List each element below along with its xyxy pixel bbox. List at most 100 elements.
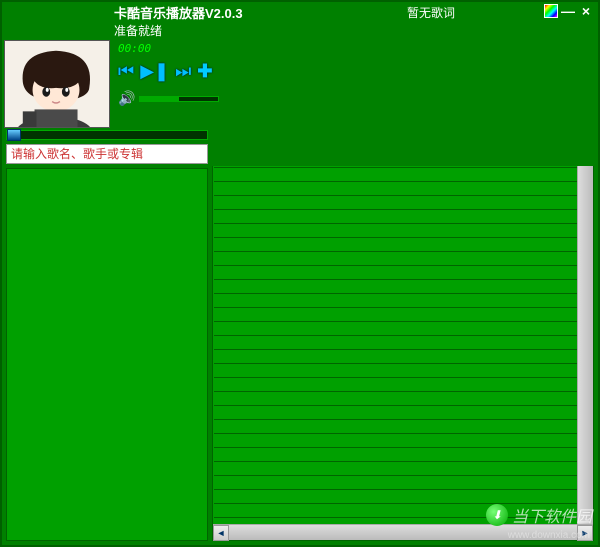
table-cell — [335, 238, 456, 252]
table-row[interactable] — [214, 434, 593, 448]
table-cell — [456, 280, 592, 294]
table-cell — [335, 308, 456, 322]
search-input[interactable] — [6, 144, 208, 164]
volume-icon[interactable]: 🔊 — [118, 90, 135, 107]
player-controls: 00:00 ⏮ ▶❚ ⏭ ✚ 🔊 — [112, 38, 598, 130]
table-cell — [456, 490, 592, 504]
avatar-image — [5, 41, 109, 127]
progress-bar[interactable] — [6, 130, 208, 140]
table-cell — [214, 336, 335, 350]
table-cell — [456, 308, 592, 322]
table-row[interactable] — [214, 420, 593, 434]
table-row[interactable] — [214, 182, 593, 196]
vscroll-thumb[interactable] — [578, 166, 593, 524]
table-cell — [456, 350, 592, 364]
table-row[interactable] — [214, 238, 593, 252]
table-cell — [214, 308, 335, 322]
table-row[interactable] — [214, 476, 593, 490]
next-button[interactable]: ⏭ — [175, 61, 191, 82]
table-row[interactable] — [214, 378, 593, 392]
table-cell — [456, 252, 592, 266]
table-cell — [214, 294, 335, 308]
table-row[interactable] — [214, 280, 593, 294]
table-cell — [335, 252, 456, 266]
progress-knob[interactable] — [7, 129, 21, 141]
status-text: 准备就绪 — [2, 22, 598, 38]
table-row[interactable] — [214, 462, 593, 476]
table-cell — [214, 476, 335, 490]
table-cell — [456, 238, 592, 252]
table-row[interactable] — [214, 308, 593, 322]
table-cell — [335, 518, 456, 525]
table-row[interactable] — [214, 448, 593, 462]
table-wrap: 歌曲名称： 歌手： 专辑： — [213, 166, 593, 524]
table-cell — [335, 434, 456, 448]
table-row[interactable] — [214, 518, 593, 525]
table-cell — [456, 392, 592, 406]
search-box — [6, 144, 594, 164]
lyric-status: 暂无歌词 — [407, 4, 455, 21]
table-row[interactable] — [214, 364, 593, 378]
table-row[interactable] — [214, 336, 593, 350]
minimize-button[interactable]: — — [560, 4, 576, 18]
table-row[interactable] — [214, 406, 593, 420]
table-cell — [456, 224, 592, 238]
table-cell — [456, 196, 592, 210]
table-cell — [456, 504, 592, 518]
table-cell — [214, 434, 335, 448]
table-row[interactable] — [214, 252, 593, 266]
prev-button[interactable]: ⏮ — [118, 61, 134, 82]
hscroll-left-button[interactable]: ◄ — [213, 525, 229, 541]
table-cell — [335, 322, 456, 336]
vertical-scrollbar[interactable] — [577, 166, 593, 524]
table-cell — [456, 448, 592, 462]
table-cell — [335, 224, 456, 238]
time-display: 00:00 — [118, 42, 594, 55]
table-cell — [214, 462, 335, 476]
table-row[interactable] — [214, 294, 593, 308]
table-row[interactable] — [214, 266, 593, 280]
table-cell — [214, 182, 335, 196]
table-cell — [456, 434, 592, 448]
table-cell — [456, 210, 592, 224]
table-cell — [335, 350, 456, 364]
table-cell — [214, 266, 335, 280]
album-art — [4, 40, 110, 128]
table-cell — [214, 224, 335, 238]
table-cell — [456, 406, 592, 420]
table-row[interactable] — [214, 210, 593, 224]
table-cell — [335, 168, 456, 182]
table-row[interactable] — [214, 392, 593, 406]
table-cell — [335, 392, 456, 406]
table-cell — [214, 350, 335, 364]
table-cell — [214, 420, 335, 434]
table-cell — [335, 336, 456, 350]
table-cell — [335, 378, 456, 392]
app-window: 卡酷音乐播放器V2.0.3 暂无歌词 — × 准备就绪 — [0, 0, 600, 547]
table-row[interactable] — [214, 168, 593, 182]
table-cell — [456, 294, 592, 308]
table-row[interactable] — [214, 322, 593, 336]
add-button[interactable]: ✚ — [197, 61, 212, 82]
table-row[interactable] — [214, 196, 593, 210]
play-pause-button[interactable]: ▶❚ — [140, 61, 169, 82]
playlist-panel: 歌曲名称： 歌手： 专辑： ◄ ► — [212, 166, 594, 541]
table-cell — [335, 196, 456, 210]
table-row[interactable] — [214, 504, 593, 518]
table-cell — [456, 266, 592, 280]
theme-color-icon[interactable] — [544, 4, 558, 18]
table-cell — [456, 322, 592, 336]
playlist-table: 歌曲名称： 歌手： 专辑： — [213, 166, 593, 524]
table-cell — [335, 364, 456, 378]
close-button[interactable]: × — [578, 4, 594, 18]
table-row[interactable] — [214, 490, 593, 504]
table-cell — [456, 182, 592, 196]
table-cell — [335, 420, 456, 434]
table-cell — [214, 378, 335, 392]
table-row[interactable] — [214, 224, 593, 238]
table-cell — [335, 448, 456, 462]
table-cell — [214, 490, 335, 504]
volume-slider[interactable] — [139, 96, 219, 102]
table-row[interactable] — [214, 350, 593, 364]
table-cell — [335, 462, 456, 476]
